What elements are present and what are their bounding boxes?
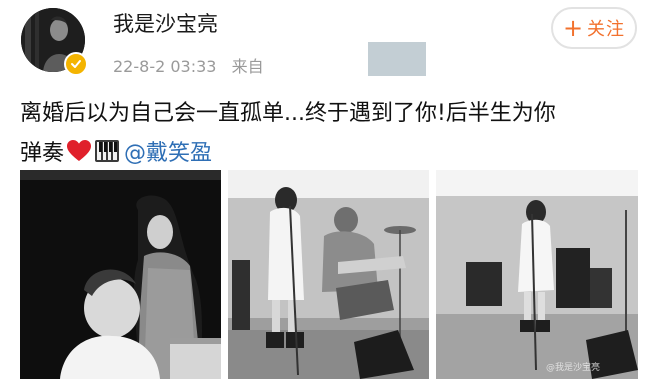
piano-icon [94, 139, 120, 163]
photo-2-image [228, 170, 429, 379]
plus-icon: + [562, 14, 585, 42]
red-heart-icon [66, 139, 92, 163]
photo-1-image [20, 170, 221, 379]
redacted-block [368, 42, 426, 76]
post-text-line-1: 离婚后以为自己会一直孤单...终于遇到了你!后半生为你 [20, 101, 556, 126]
source-label: 来自 [231, 57, 264, 76]
timestamp[interactable]: 22-8-2 03:33 [113, 57, 216, 76]
post-meta: 22-8-2 03:33 来自 [113, 53, 264, 77]
mention-link[interactable]: @戴笑盈 [124, 135, 212, 167]
username[interactable]: 我是沙宝亮 [113, 8, 218, 38]
verified-badge-icon [64, 52, 88, 76]
photo-2[interactable] [228, 170, 429, 379]
follow-label: 关注 [587, 19, 626, 40]
watermark: @我是沙宝亮 [545, 363, 600, 373]
photo-3-image [436, 170, 638, 379]
post-text-tail: 弹奏 [20, 141, 65, 166]
photo-1[interactable] [20, 170, 221, 379]
follow-button[interactable]: + 关注 [551, 7, 637, 49]
post-text-line-2: 弹奏 @戴笑盈 [20, 135, 212, 167]
photo-3[interactable]: @我是沙宝亮 [436, 170, 638, 379]
